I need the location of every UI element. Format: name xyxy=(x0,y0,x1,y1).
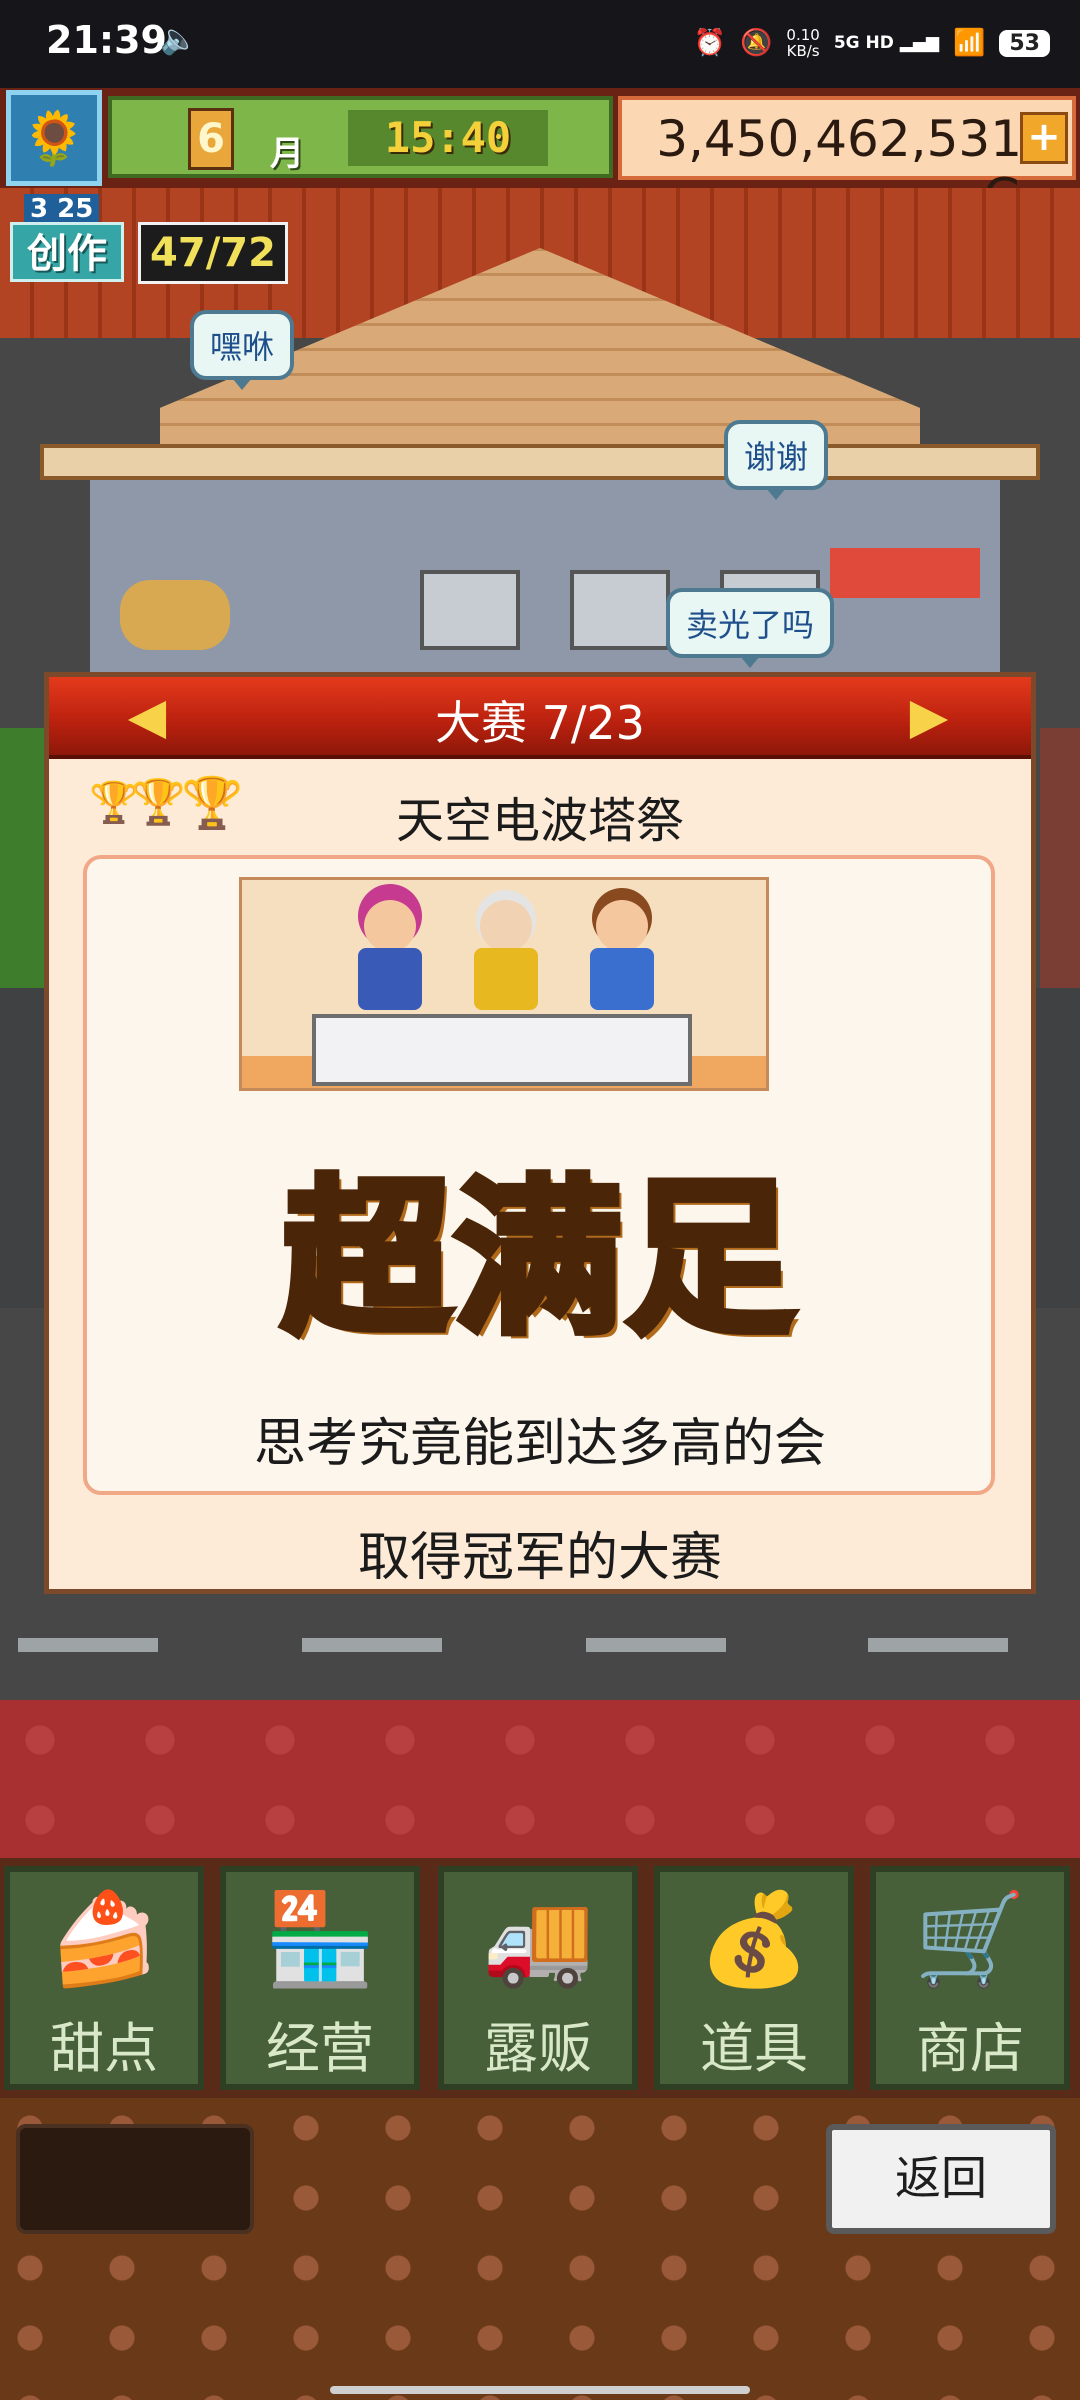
judge-figure xyxy=(354,900,426,1010)
contest-dialog: ◀ 大赛 7/23 ▶ 🏆 🏆 🏆 天空电波塔祭 超满足 思考究竟能到达多高的会… xyxy=(44,672,1036,1594)
tab-shop[interactable]: 🛒 商店 xyxy=(870,1866,1070,2090)
tab-label: 露贩 xyxy=(484,2017,592,2080)
judge-head xyxy=(596,900,648,952)
mute-icon: 🔕 xyxy=(740,28,773,58)
network-speed-unit: KB/s xyxy=(786,42,820,60)
sunflower-icon[interactable]: 🌻 xyxy=(6,90,102,186)
oven xyxy=(570,570,670,650)
bread-basket xyxy=(120,580,230,650)
menu-bar: 🍰 甜点 🏪 经营 🚚 露贩 💰 道具 🛒 商店 xyxy=(0,1858,1080,2098)
tab-food-truck[interactable]: 🚚 露贩 xyxy=(438,1866,638,2090)
awning xyxy=(830,548,980,598)
judges-table xyxy=(312,1014,692,1086)
tab-label: 经营 xyxy=(266,2017,374,2080)
money-panel: 3,450,462,531 G + xyxy=(618,96,1076,226)
network-speed: 0.10 KB/s xyxy=(786,27,819,59)
cake-icon: 🍰 xyxy=(47,1887,161,1992)
speech-bubble: 嘿咻 xyxy=(190,310,295,390)
dialog-title: 大赛 7/23 xyxy=(435,696,645,750)
month-label: 月 xyxy=(270,134,304,174)
oven xyxy=(420,570,520,650)
dialog-header: ◀ 大赛 7/23 ▶ xyxy=(49,677,1031,759)
creation-count: 47/72 xyxy=(138,222,288,284)
network-type: 5G HD xyxy=(833,32,894,53)
alarm-icon: ⏰ xyxy=(693,28,727,58)
tab-desserts[interactable]: 🍰 甜点 xyxy=(4,1866,204,2090)
home-indicator[interactable] xyxy=(330,2386,750,2394)
game-clock: 15:40 xyxy=(348,110,548,166)
tab-label: 商店 xyxy=(916,2017,1024,2080)
lane-marking xyxy=(586,1638,726,1652)
sound-icon: 🔈 xyxy=(160,22,198,57)
tab-items[interactable]: 💰 道具 xyxy=(654,1866,854,2090)
shop-eave xyxy=(40,444,1040,480)
judge-body xyxy=(590,948,654,1010)
tab-label: 道具 xyxy=(700,2017,808,2080)
creation-label[interactable]: 创作 xyxy=(10,222,124,282)
description-line-1: 思考究竟能到达多高的会 xyxy=(253,1414,826,1474)
judge-figure xyxy=(470,900,542,1010)
wifi-icon: 📶 xyxy=(953,28,986,58)
shopping-cart-icon: 🛒 xyxy=(913,1887,1027,1992)
carpet xyxy=(0,1700,1080,1860)
month-number: 6 xyxy=(188,108,234,170)
speech-bubble: 谢谢 xyxy=(724,420,829,500)
items-bag-icon: 💰 xyxy=(697,1887,811,1992)
result-text: 超满足 xyxy=(278,1157,798,1361)
shop-icon: 🏪 xyxy=(263,1887,377,1992)
judge-body xyxy=(474,948,538,1010)
lane-marking xyxy=(18,1638,158,1652)
add-money-button[interactable]: + xyxy=(1020,112,1068,164)
description-line-2: 取得冠军的大赛 xyxy=(357,1528,722,1588)
judge-head xyxy=(364,900,416,952)
status-icons: ⏰ 🔕 0.10 KB/s 5G HD ▂▄▆ 📶 53 xyxy=(694,20,1050,66)
back-button[interactable]: 返回 xyxy=(826,2124,1056,2234)
tab-label: 甜点 xyxy=(50,2017,158,2080)
judge-figure xyxy=(586,900,658,1010)
lane-marking xyxy=(868,1638,1008,1652)
signal-icon: 5G HD ▂▄▆ xyxy=(833,32,939,53)
date-panel: 6 月 15:40 xyxy=(108,96,613,178)
judge-body xyxy=(358,948,422,1010)
footer-slot xyxy=(16,2124,254,2234)
judge-head xyxy=(480,900,532,952)
competition-name: 天空电波塔祭 xyxy=(395,793,684,849)
speech-bubble: 卖光了吗 xyxy=(666,588,835,668)
battery-indicator: 53 xyxy=(999,29,1050,57)
food-truck-icon: 🚚 xyxy=(481,1887,595,1992)
judges-illustration xyxy=(239,877,769,1091)
tab-management[interactable]: 🏪 经营 xyxy=(220,1866,420,2090)
lane-marking xyxy=(302,1638,442,1652)
creation-level: 3 25 xyxy=(24,194,100,224)
status-time: 21:39 xyxy=(46,18,167,62)
next-arrow-icon[interactable]: ▶ xyxy=(907,691,951,741)
